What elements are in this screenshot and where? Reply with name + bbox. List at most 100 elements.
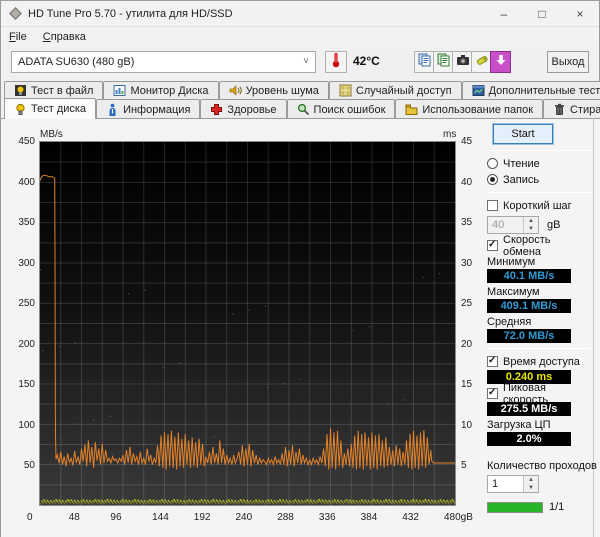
y-right-tick: 15: [461, 379, 473, 391]
pass-up-icon[interactable]: ▲: [524, 476, 538, 484]
access-time-checkbox[interactable]: [487, 356, 498, 367]
tab-benchmark[interactable]: Тест диска: [4, 98, 97, 119]
pass-down-icon[interactable]: ▼: [524, 484, 538, 492]
transfer-rate-row[interactable]: Скорость обмена: [487, 234, 591, 258]
tab-label: Тест в файл: [31, 84, 94, 97]
temperature-button[interactable]: [325, 51, 347, 73]
tab-random-access[interactable]: Случайный доступ: [328, 81, 462, 99]
menu-file[interactable]: File: [1, 29, 35, 45]
screenshot-button[interactable]: [452, 51, 473, 73]
x-tick: 384: [360, 512, 378, 523]
y-right-tick: 5: [461, 460, 467, 472]
read-radio-row[interactable]: Чтение: [487, 156, 591, 171]
window-title: HD Tune Pro 5.70 - утилита для HD/SSD: [28, 7, 233, 20]
tab-erase[interactable]: Стирание: [543, 99, 600, 119]
random-icon: [339, 84, 352, 97]
maximize-button[interactable]: □: [523, 1, 561, 27]
search-icon: [297, 103, 310, 116]
x-tick: 480gB: [444, 512, 473, 523]
access-time-label: Время доступа: [503, 355, 580, 368]
write-radio[interactable]: [487, 174, 498, 185]
x-tick: 192: [193, 512, 211, 523]
transfer-rate-label: Скорость обмена: [503, 233, 551, 258]
stride-size-stepper[interactable]: 40 ▲ ▼: [487, 216, 539, 234]
marker-button[interactable]: [471, 51, 492, 73]
bulb-icon: [14, 103, 27, 116]
min-label: Минимум: [487, 256, 536, 268]
chevron-down-icon: ˅: [303, 56, 309, 67]
y-left-tick: 50: [23, 460, 35, 472]
stride-up-icon[interactable]: ▲: [524, 217, 538, 225]
copy-image-button[interactable]: [414, 51, 435, 73]
extra-icon: [472, 84, 485, 97]
burst-rate-row[interactable]: Пиковая скорость: [487, 382, 591, 406]
toolbar: ADATA SU630 (480 gB) ˅ 42°C Выход: [1, 47, 599, 79]
tab-noise-level[interactable]: Уровень шума: [218, 81, 329, 99]
health-icon: [210, 103, 223, 116]
pass-count-stepper[interactable]: 1 ▲ ▼: [487, 475, 539, 493]
stride-size-value: 40: [492, 219, 505, 231]
y-left-tick: 300: [18, 257, 35, 269]
short-stride-checkbox[interactable]: [487, 200, 498, 211]
cpu-usage-value: 2.0%: [487, 432, 571, 446]
temperature-value: 42°C: [353, 54, 380, 68]
read-radio-label: Чтение: [503, 157, 540, 170]
x-tick: 432: [402, 512, 419, 523]
y-axis-right-unit: ms: [443, 129, 457, 140]
x-tick: 0: [27, 512, 33, 523]
close-button[interactable]: ×: [561, 1, 599, 27]
pass-count-label: Количество проходов: [487, 460, 597, 472]
read-radio[interactable]: [487, 158, 498, 169]
short-stride-label: Короткий шаг: [503, 199, 572, 212]
tab-file-benchmark[interactable]: Тест в файл: [4, 81, 104, 99]
y-left-tick: 150: [18, 379, 35, 391]
pass-progress-label: 1/1: [549, 501, 565, 513]
y-axis-left-unit: MB/s: [40, 129, 63, 140]
write-radio-row[interactable]: Запись: [487, 172, 591, 187]
benchmark-control-panel: Start Чтение Запись Короткий шаг 40 ▲ ▼ g…: [487, 122, 597, 513]
tab-error-scan[interactable]: Поиск ошибок: [286, 99, 396, 119]
exit-button[interactable]: Выход: [547, 51, 589, 73]
camera-icon: [456, 53, 470, 71]
tab-label: Стирание: [570, 103, 600, 116]
tab-label: Здоровье: [227, 103, 277, 116]
y-left-tick: 450: [18, 136, 35, 147]
speaker-icon: [229, 84, 242, 97]
copy-text-button[interactable]: [433, 51, 454, 73]
tab-extra-tests[interactable]: Дополнительные тесты: [461, 81, 600, 99]
tab-folder-usage[interactable]: Использование папок: [395, 99, 544, 119]
x-tick: 288: [277, 512, 294, 523]
burst-rate-checkbox[interactable]: [487, 388, 498, 399]
minimize-button[interactable]: –: [485, 1, 523, 27]
transfer-rate-checkbox[interactable]: [487, 240, 498, 251]
y-right-tick: 30: [461, 257, 473, 269]
pass-count-value: 1: [492, 478, 499, 490]
y-left-tick: 200: [18, 338, 35, 350]
stride-down-icon[interactable]: ▼: [524, 225, 538, 233]
tab-info[interactable]: Информация: [96, 99, 201, 119]
menu-help[interactable]: Справка: [35, 29, 94, 45]
marker-icon: [475, 53, 489, 72]
y-left-tick: 250: [18, 298, 35, 310]
avg-label: Средняя: [487, 316, 532, 328]
download-button[interactable]: [490, 51, 511, 73]
short-stride-row[interactable]: Короткий шаг: [487, 198, 591, 213]
hd-tune-window: HD Tune Pro 5.70 - утилита для HD/SSD – …: [0, 0, 600, 537]
min-value: 40.1 MB/s: [487, 269, 571, 283]
download-icon: [495, 53, 507, 71]
tab-label: Тест диска: [31, 103, 87, 115]
tab-disk-monitor[interactable]: Монитор Диска: [103, 81, 219, 99]
monitor-icon: [113, 84, 126, 97]
access-time-row[interactable]: Время доступа: [487, 354, 591, 369]
title-bar: HD Tune Pro 5.70 - утилита для HD/SSD – …: [1, 1, 599, 27]
tab-health[interactable]: Здоровье: [200, 99, 287, 119]
drive-select[interactable]: ADATA SU630 (480 gB) ˅: [11, 51, 316, 73]
menu-bar: File Справка: [1, 27, 599, 47]
y-left-tick: 350: [18, 217, 35, 229]
start-button[interactable]: Start: [492, 123, 554, 145]
y-right-tick: 40: [461, 176, 473, 188]
stride-unit-label: gB: [547, 219, 561, 231]
avg-value: 72.0 MB/s: [487, 329, 571, 343]
folder-icon: [405, 103, 418, 116]
copy-image-icon: [418, 53, 432, 72]
